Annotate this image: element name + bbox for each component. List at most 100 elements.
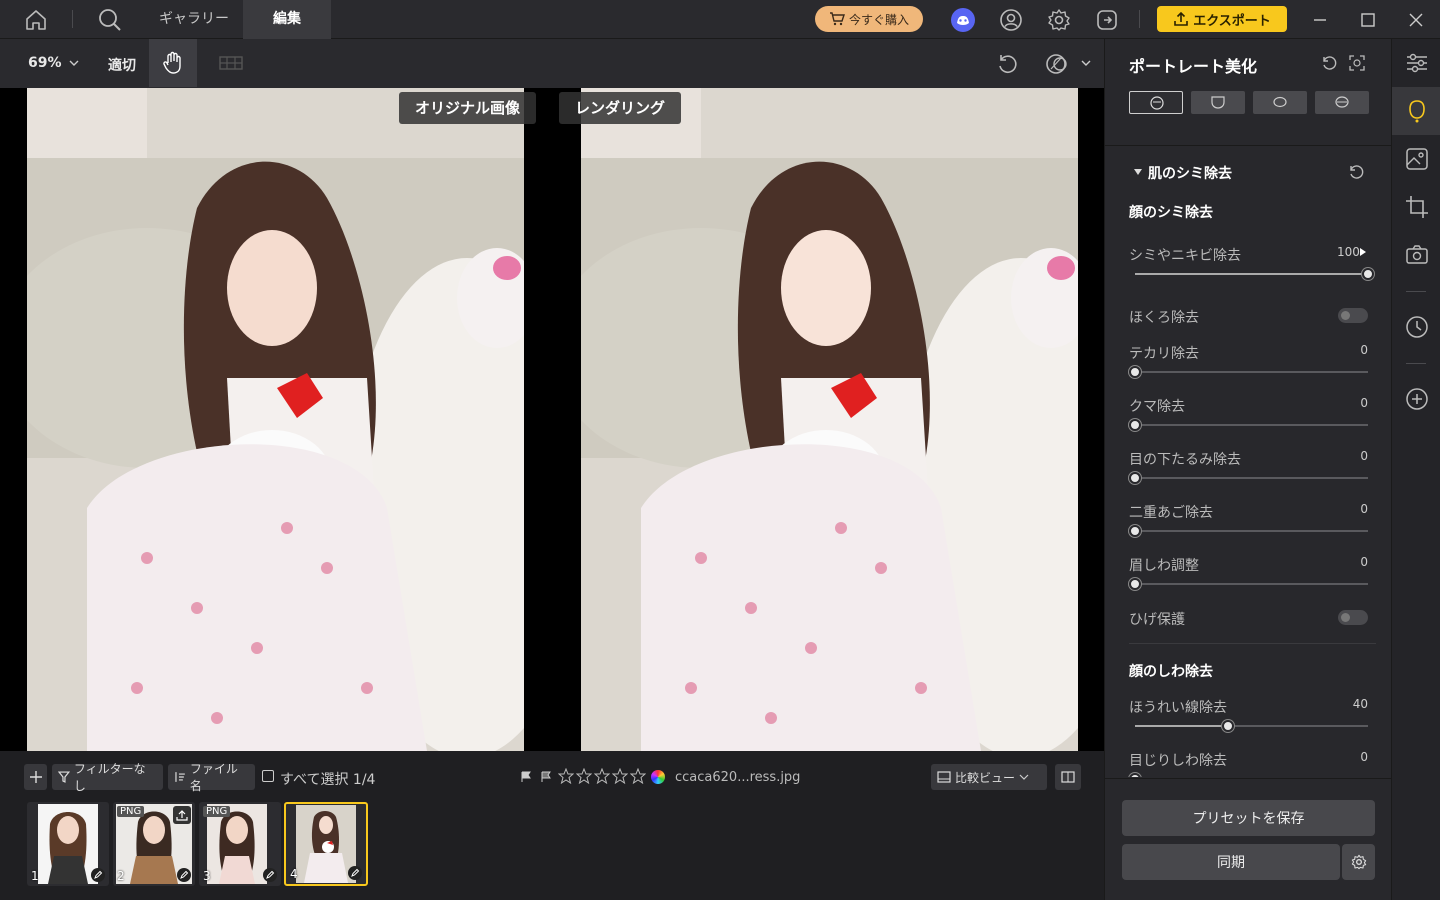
flag-icon[interactable] [520, 771, 532, 783]
home-icon[interactable] [22, 8, 50, 32]
divider [72, 10, 73, 28]
overlay-icon[interactable] [1045, 52, 1071, 76]
thumbnail[interactable]: PNG 3 [199, 802, 281, 886]
star-icon[interactable] [558, 768, 574, 784]
slider-knob[interactable] [1129, 472, 1141, 484]
camera-icon[interactable] [1404, 242, 1430, 268]
color-label-icon[interactable] [651, 770, 665, 784]
add-circle-icon[interactable] [1404, 386, 1430, 412]
slider-track[interactable] [1129, 419, 1368, 431]
thumbnail-image [38, 804, 98, 884]
section-reset-icon[interactable] [1348, 164, 1364, 180]
star-icon[interactable] [630, 768, 646, 784]
settings-icon[interactable] [1047, 8, 1071, 32]
zoom-level[interactable]: 69% [28, 55, 62, 71]
sort-button[interactable]: ファイル名 [168, 762, 255, 793]
slider-knob[interactable] [1129, 525, 1141, 537]
toggle-switch[interactable] [1338, 308, 1368, 323]
sign-out-icon[interactable] [1095, 8, 1119, 32]
star-icon[interactable] [594, 768, 610, 784]
crop-icon[interactable] [1404, 194, 1430, 220]
slider-track[interactable] [1129, 578, 1368, 590]
compare-view-icon [937, 771, 951, 783]
hand-tool-button[interactable] [149, 39, 197, 87]
slider-label: ほうれい線除去 [1129, 700, 1227, 716]
slider-track[interactable] [1129, 366, 1368, 378]
star-icon[interactable] [576, 768, 592, 784]
divider [1406, 291, 1426, 292]
portrait-panel: ポートレート美化 肌のシミ除去 顔のシミ除去 シミやニキビ除去 100 ほくろ除… [1104, 39, 1392, 900]
thumbnail[interactable]: 1 [27, 802, 109, 886]
section-title[interactable]: 肌のシミ除去 [1148, 163, 1232, 183]
slider-track[interactable] [1129, 472, 1368, 484]
slider-value[interactable]: 0 [1346, 555, 1368, 569]
reject-flag-icon[interactable] [540, 771, 552, 783]
slider-knob[interactable] [1129, 419, 1141, 431]
thumbnail-selected[interactable]: 4 [284, 802, 368, 886]
thumbnail-number: 4 [290, 867, 298, 881]
account-icon[interactable] [999, 8, 1023, 32]
sync-settings-button[interactable] [1342, 844, 1375, 880]
reset-icon[interactable] [1321, 55, 1337, 71]
undo-icon[interactable] [996, 52, 1020, 76]
minimize-icon[interactable] [1308, 8, 1332, 32]
edit-pencil-icon[interactable] [348, 866, 362, 880]
export-button[interactable]: エクスポート [1157, 6, 1287, 32]
chevron-down-icon[interactable] [69, 60, 79, 67]
history-icon[interactable] [1404, 314, 1430, 340]
slider-value[interactable]: 0 [1346, 750, 1368, 764]
slider-track[interactable] [1135, 268, 1374, 280]
slider-value[interactable]: 0 [1346, 502, 1368, 516]
slider-knob[interactable] [1362, 268, 1374, 280]
slider-track[interactable] [1129, 525, 1368, 537]
add-button[interactable] [24, 764, 47, 790]
sync-button[interactable]: 同期 [1122, 844, 1340, 880]
compare-slider-icon[interactable] [219, 54, 243, 72]
buy-now-button[interactable]: 今すぐ購入 [815, 6, 923, 32]
portrait-icon[interactable] [1404, 98, 1430, 124]
split-view-button[interactable] [1055, 764, 1081, 790]
face-detect-icon[interactable] [1349, 55, 1365, 71]
toggle-label: ひげ保護 [1129, 612, 1185, 628]
face-shape-icon [1211, 96, 1225, 109]
tab-edit[interactable]: 編集 [243, 0, 331, 39]
compare-view-dropdown[interactable]: 比較ビュー [931, 764, 1047, 790]
edit-pencil-icon[interactable] [91, 868, 105, 882]
toggle-switch[interactable] [1338, 610, 1368, 625]
search-icon[interactable] [97, 7, 123, 33]
close-icon[interactable] [1404, 8, 1428, 32]
slider-value[interactable]: 0 [1346, 343, 1368, 357]
chevron-down-icon[interactable] [1081, 60, 1091, 67]
filter-button[interactable]: フィルターなし [52, 762, 163, 793]
tab-face-shape[interactable] [1191, 91, 1245, 114]
maximize-icon[interactable] [1356, 8, 1380, 32]
tab-gallery[interactable]: ギャラリー [145, 0, 243, 39]
slider-knob[interactable] [1222, 720, 1235, 732]
discord-icon[interactable] [951, 8, 975, 32]
edit-pencil-icon[interactable] [263, 868, 277, 882]
slider-knob[interactable] [1129, 366, 1141, 378]
image-canvas[interactable]: オリジナル画像 レンダリング [0, 88, 1104, 751]
tab-skin[interactable] [1129, 91, 1183, 114]
collapse-triangle-icon[interactable] [1133, 168, 1143, 176]
fit-button[interactable]: 適切 [108, 55, 136, 75]
slider-value[interactable]: 0 [1346, 449, 1368, 463]
star-rating[interactable] [558, 768, 646, 784]
slider-value[interactable]: 40 [1346, 697, 1368, 711]
save-preset-button[interactable]: プリセットを保存 [1122, 800, 1375, 836]
upload-icon[interactable] [173, 806, 191, 824]
image-edit-icon[interactable] [1404, 146, 1430, 172]
star-icon[interactable] [612, 768, 628, 784]
slider-knob[interactable] [1129, 578, 1141, 590]
play-triangle-icon[interactable] [1360, 248, 1366, 256]
tab-eyes[interactable] [1253, 91, 1307, 114]
adjust-sliders-icon[interactable] [1404, 50, 1430, 76]
edit-pencil-icon[interactable] [177, 868, 191, 882]
slider-value[interactable]: 0 [1346, 396, 1368, 410]
slider-value[interactable]: 100 [1337, 245, 1360, 259]
slider-knob[interactable] [1129, 773, 1141, 777]
tab-makeup[interactable] [1315, 91, 1369, 114]
slider-track[interactable] [1135, 720, 1368, 732]
select-all-checkbox[interactable] [262, 770, 274, 782]
thumbnail[interactable]: PNG 2 [113, 802, 195, 886]
